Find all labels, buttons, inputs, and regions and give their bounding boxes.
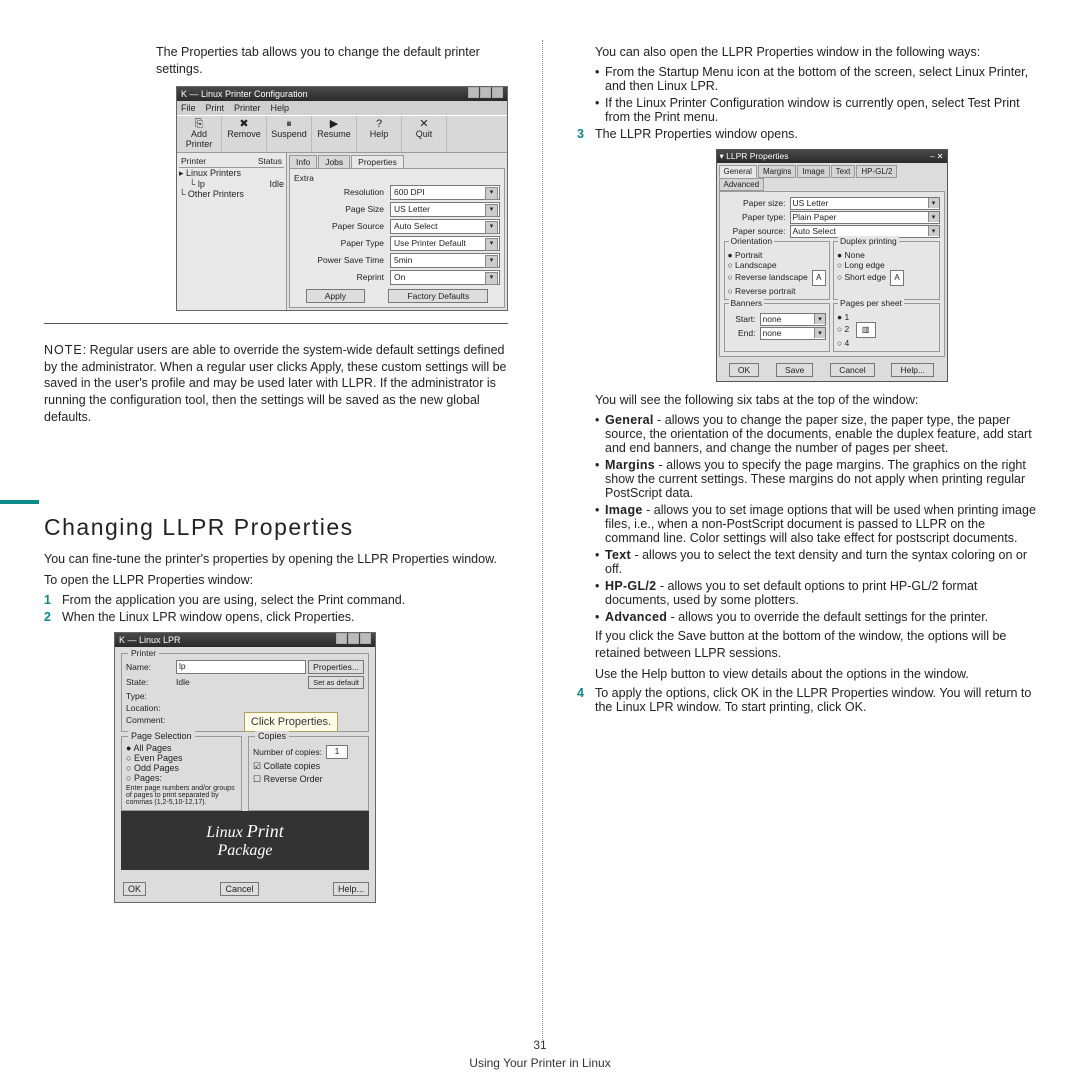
help-note: Use the Help button to view details abou… (595, 666, 1036, 683)
callout: Click Properties. (244, 712, 338, 732)
step-4: To apply the options, click OK in the LL… (595, 686, 1036, 714)
footer: 31 Using Your Printer in Linux (0, 1038, 1080, 1070)
llpr-intro: You can fine-tune the printer's properti… (44, 551, 508, 568)
right-intro: You can also open the LLPR Properties wi… (595, 44, 1036, 61)
left-intro: The Properties tab allows you to change … (156, 44, 508, 78)
tabs-intro: You will see the following six tabs at t… (595, 392, 1036, 409)
bullet-testprint: If the Linux Printer Configuration windo… (605, 96, 1036, 124)
llpr-properties-screenshot: ▾ LLPR Properties – ✕ GeneralMarginsImag… (716, 149, 948, 382)
llpr-open: To open the LLPR Properties window: (44, 572, 508, 589)
step-3: The LLPR Properties window opens. (595, 127, 1036, 141)
section-heading: Changing LLPR Properties (44, 514, 508, 541)
step-1: From the application you are using, sele… (62, 593, 508, 607)
linux-lpr-screenshot: K — Linux LPR Printer Name:lpProperties.… (114, 632, 376, 903)
step-2: When the Linux LPR window opens, click P… (62, 610, 508, 624)
note-text: NOTE: Regular users are able to override… (44, 342, 508, 426)
config-screenshot: K — Linux Printer Configuration FilePrin… (176, 86, 508, 311)
save-note: If you click the Save button at the bott… (595, 628, 1036, 662)
bullet-startup: From the Startup Menu icon at the bottom… (605, 65, 1036, 93)
